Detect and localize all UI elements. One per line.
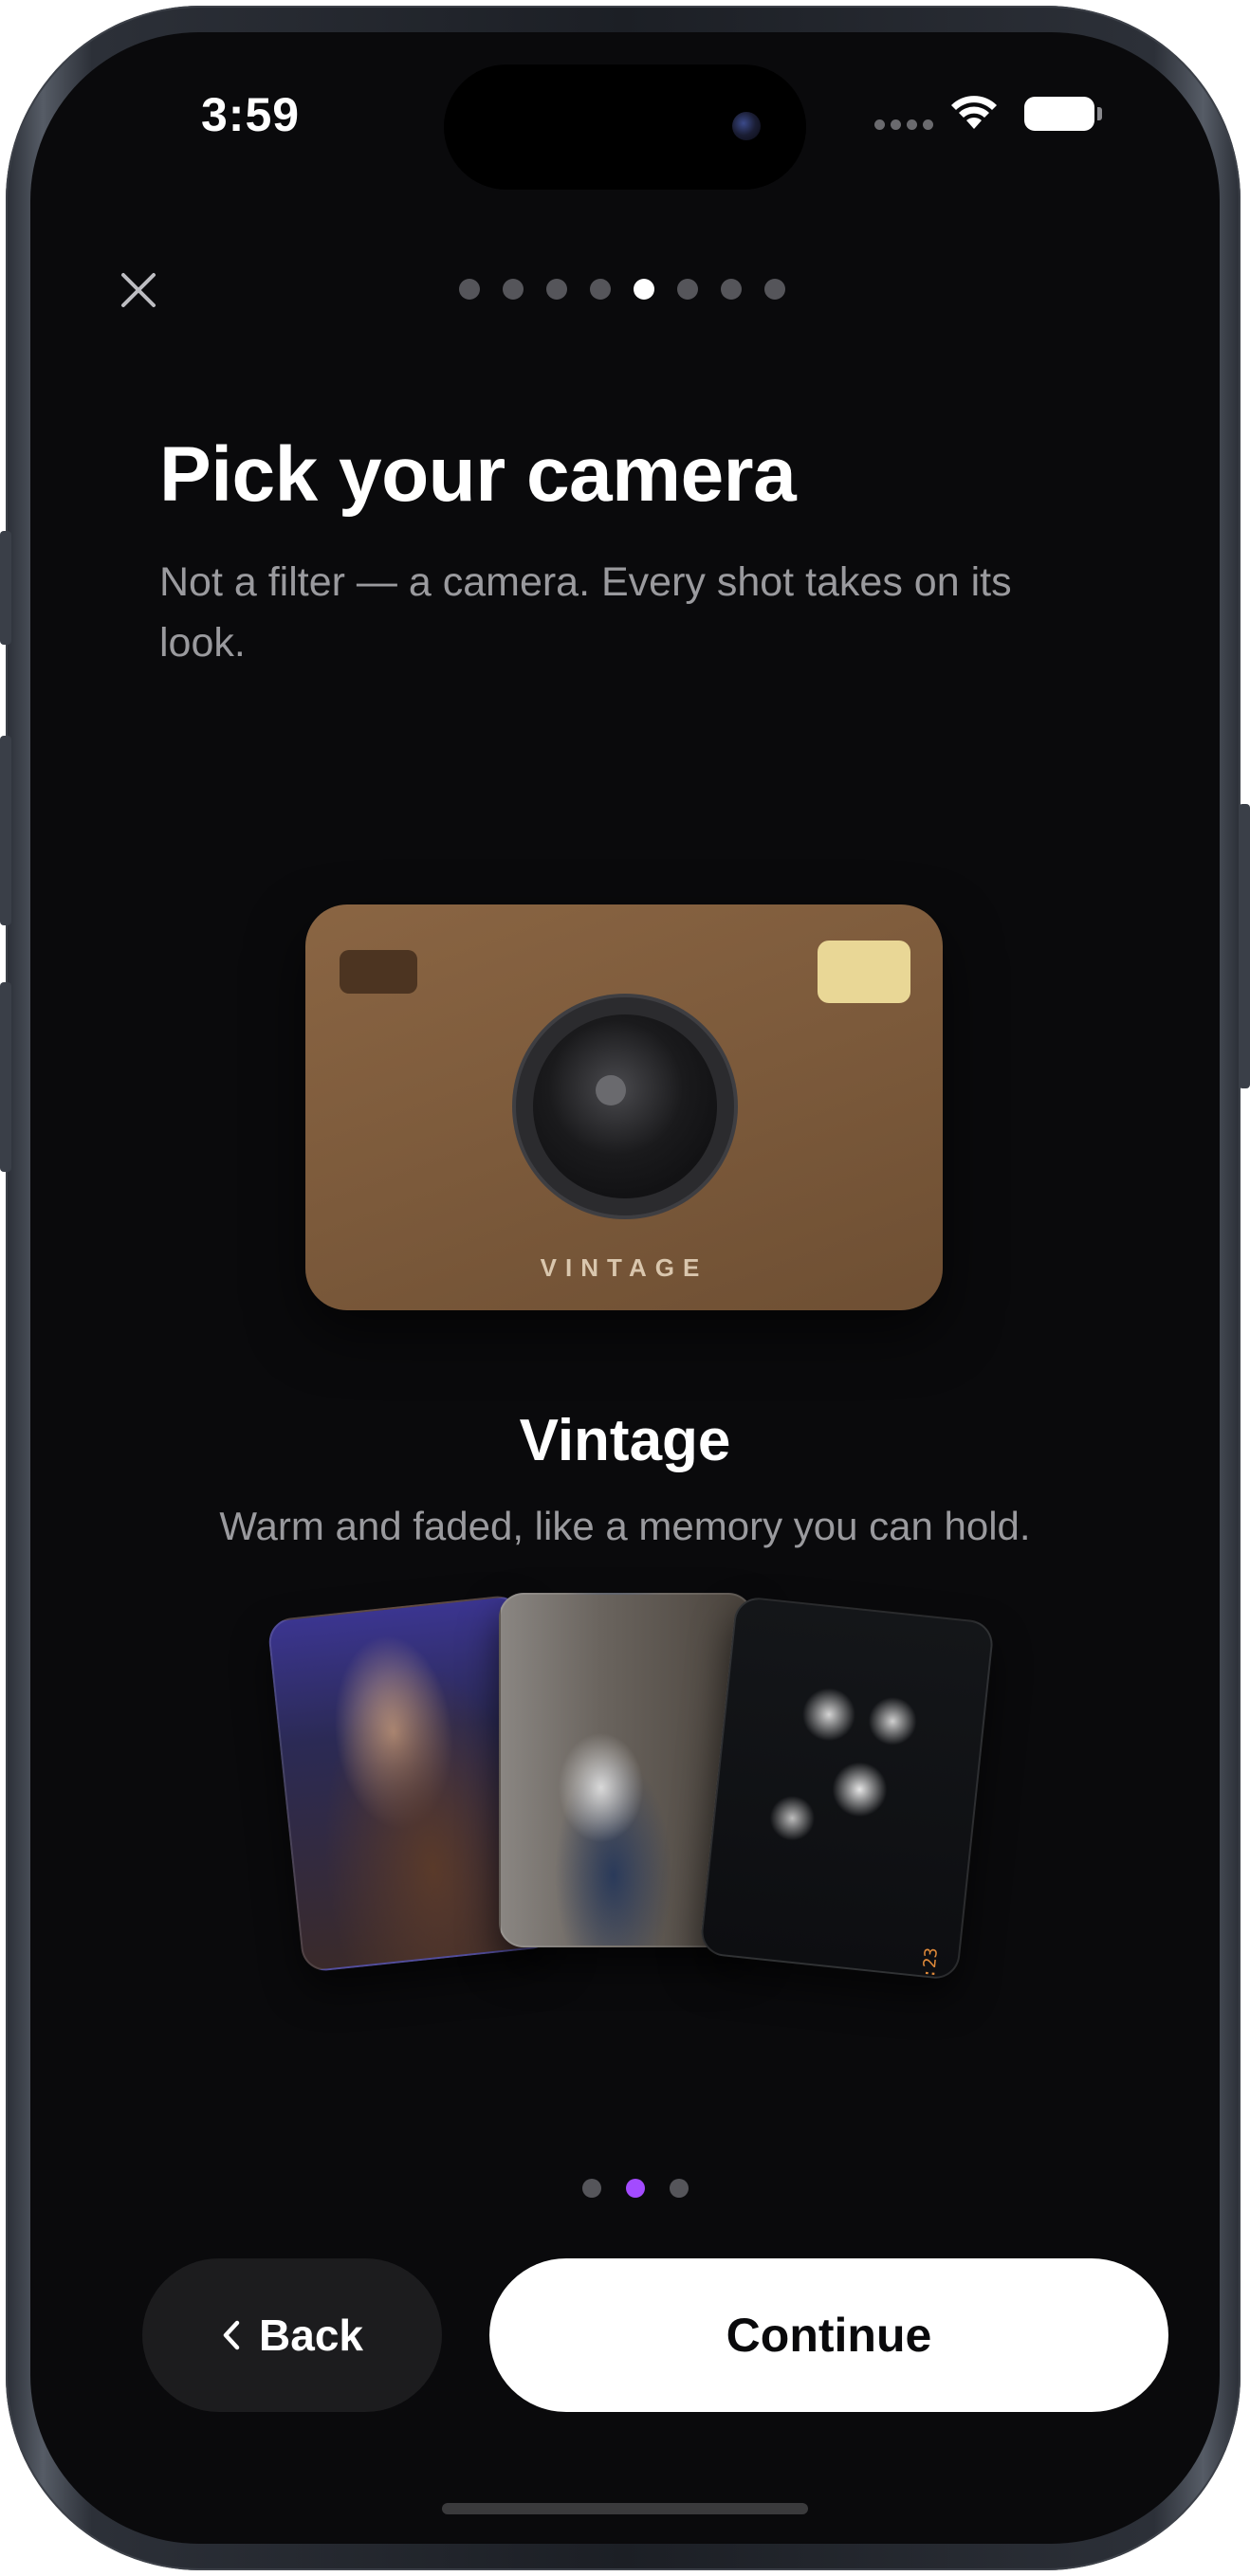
status-time: 3:59 <box>201 88 301 141</box>
lens-icon <box>516 997 734 1215</box>
action-button <box>0 531 11 645</box>
camera-description: Warm and faded, like a memory you can ho… <box>219 1504 1031 1548</box>
progress-dot <box>546 279 567 300</box>
page-subtitle: Not a filter — a camera. Every shot take… <box>159 559 1012 666</box>
carousel-dot[interactable] <box>670 2179 689 2198</box>
progress-dot <box>459 279 480 300</box>
back-label: Back <box>259 2311 363 2360</box>
volume-up-button <box>0 736 11 925</box>
continue-button[interactable]: Continue <box>489 2258 1168 2412</box>
carousel-dot[interactable] <box>626 2179 645 2198</box>
battery-icon <box>1024 97 1102 131</box>
close-icon[interactable] <box>118 269 159 311</box>
wifi-icon <box>951 96 997 129</box>
flash <box>818 941 910 1003</box>
progress-dot <box>590 279 611 300</box>
front-camera-icon <box>732 112 761 140</box>
home-indicator <box>442 2503 808 2514</box>
power-button <box>1239 804 1250 1088</box>
onboarding-progress <box>459 279 785 300</box>
progress-dot <box>764 279 785 300</box>
chevron-left-icon <box>223 2320 240 2350</box>
cellular-signal-icon <box>874 119 933 130</box>
page-title: Pick your camera <box>159 431 797 518</box>
back-button[interactable]: Back <box>142 2258 442 2412</box>
progress-dot <box>677 279 698 300</box>
carousel-dot[interactable] <box>582 2179 601 2198</box>
camera-name: Vintage <box>519 1408 731 1473</box>
camera-illustration[interactable]: VINTAGE <box>305 904 943 1310</box>
volume-down-button <box>0 982 11 1172</box>
progress-dot <box>721 279 742 300</box>
viewfinder <box>340 950 417 994</box>
camera-carousel-indicator[interactable] <box>582 2179 689 2198</box>
progress-dot <box>503 279 524 300</box>
progress-dot <box>634 279 654 300</box>
camera-body-label: VINTAGE <box>540 1253 708 1282</box>
sample-photo-disco-balls: 05 28 14:23 <box>698 1595 996 1982</box>
screen: 3:59 Pick your camera Not a filter — a c… <box>30 32 1220 2544</box>
dynamic-island <box>444 64 806 190</box>
photo-date-stamp: 05 28 14:23 <box>910 1946 941 1981</box>
